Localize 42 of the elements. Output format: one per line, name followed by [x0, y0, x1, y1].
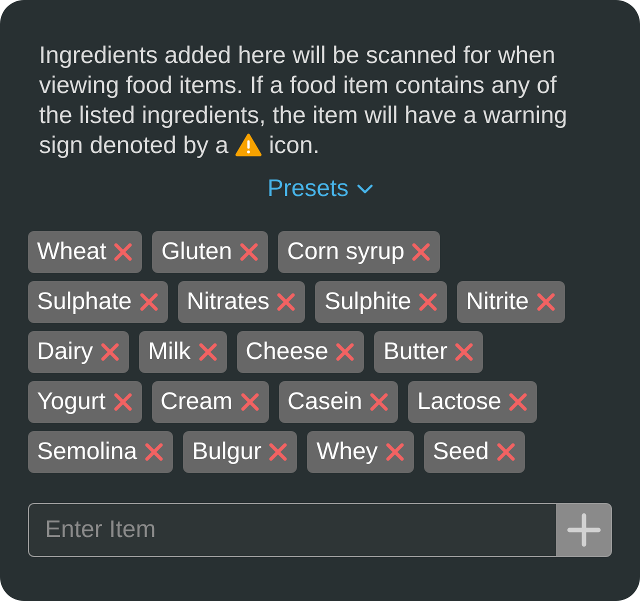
close-icon[interactable]	[536, 293, 555, 311]
tag-label: Sulphate	[37, 288, 132, 316]
tag-label: Semolina	[37, 438, 138, 466]
tag-label: Casein	[288, 388, 362, 416]
tag-label: Gluten	[161, 238, 232, 266]
description-text: Ingredients added here will be scanned for when viewing food items. If a food item contains any of the listed ingredients, the item will have a warning sign denoted by a icon.	[39, 41, 568, 161]
tag-label: Cheese	[246, 338, 328, 366]
tag-label: Nitrates	[186, 288, 270, 316]
tag-label: Whey	[316, 438, 378, 466]
close-icon[interactable]	[114, 393, 132, 411]
close-icon[interactable]	[140, 293, 158, 311]
tag-label: Yogurt	[37, 388, 106, 416]
chevron-down-icon	[356, 184, 373, 194]
tag-label: Nitrite	[466, 288, 529, 316]
close-icon[interactable]	[240, 393, 259, 411]
close-icon[interactable]	[240, 243, 258, 261]
presets-button[interactable]: Presets	[267, 175, 373, 203]
tag-label: Bulgur	[192, 438, 262, 466]
close-icon[interactable]	[114, 243, 132, 261]
close-icon[interactable]	[336, 343, 354, 361]
tag-label: Sulphite	[324, 288, 412, 316]
tag-label: Wheat	[37, 238, 106, 266]
close-icon[interactable]	[370, 393, 388, 411]
tag-label: Seed	[432, 438, 489, 466]
tag-label: Dairy	[37, 338, 94, 366]
close-icon[interactable]	[198, 343, 217, 361]
close-icon[interactable]	[419, 293, 438, 311]
close-icon[interactable]	[145, 443, 164, 461]
close-icon[interactable]	[386, 443, 404, 461]
tag-label: Lactose	[417, 388, 502, 416]
close-icon[interactable]	[412, 243, 430, 261]
tag-label: Milk	[148, 338, 191, 366]
close-icon[interactable]	[455, 343, 474, 361]
close-icon[interactable]	[269, 443, 288, 461]
warning-icon	[235, 133, 262, 157]
close-icon[interactable]	[101, 343, 120, 361]
tag-label: Butter	[383, 338, 448, 366]
tag-label: Cream	[160, 388, 233, 416]
tag-label: Corn syrup	[287, 238, 404, 266]
close-icon[interactable]	[509, 393, 528, 411]
close-icon[interactable]	[277, 293, 296, 311]
close-icon[interactable]	[496, 443, 515, 461]
